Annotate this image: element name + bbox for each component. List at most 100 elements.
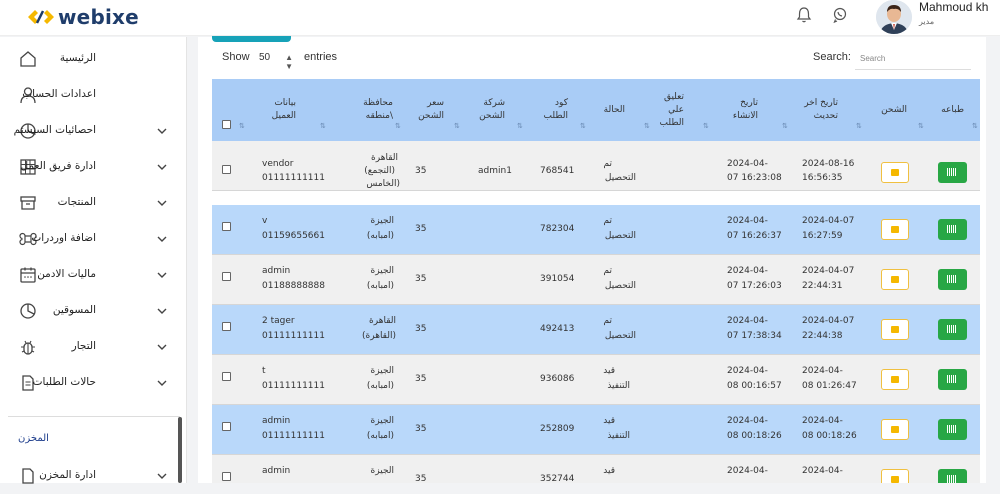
region-line-2: (التجمع) bbox=[364, 166, 395, 176]
column-header-status[interactable]: الحالة bbox=[600, 79, 625, 141]
sort-icon[interactable]: ⇅ bbox=[703, 122, 709, 130]
client-phone: 01111111111 bbox=[262, 381, 325, 391]
brand-logo[interactable]: webixe bbox=[26, 5, 139, 29]
sort-icon[interactable]: ⇅ bbox=[580, 122, 586, 130]
avatar[interactable] bbox=[876, 0, 912, 34]
sort-icon[interactable]: ⇅ bbox=[918, 122, 924, 130]
table-row[interactable]: 2 tager 01111111111 القاهرة (القاهرة) 35… bbox=[212, 305, 980, 355]
table-row[interactable]: admin 01188888888 الجيزة (امبابه) 35 391… bbox=[212, 255, 980, 305]
ship-button[interactable] bbox=[881, 162, 909, 183]
row-checkbox[interactable] bbox=[222, 372, 231, 381]
client-phone: 01111111111 bbox=[262, 431, 325, 441]
ship-button[interactable] bbox=[881, 219, 909, 240]
sidebar-item-label: ادارة فريق العمل bbox=[20, 160, 96, 172]
sort-icon[interactable]: ⇅ bbox=[517, 122, 523, 130]
print-button[interactable] bbox=[938, 469, 967, 483]
shipping-price: 35 bbox=[415, 166, 427, 176]
table-row[interactable]: admin 01111111111 الجيزة (امبابه) 35 252… bbox=[212, 405, 980, 455]
chevron-down-icon bbox=[157, 128, 167, 134]
row-checkbox[interactable] bbox=[222, 322, 231, 331]
row-checkbox[interactable] bbox=[222, 472, 231, 481]
column-header-client[interactable]: بيانات العميل bbox=[262, 79, 296, 141]
updated-time: 22:44:38 bbox=[802, 331, 843, 341]
sidebar-item-add-orders[interactable]: اضافة اوردرات bbox=[0, 221, 180, 257]
ship-button[interactable] bbox=[881, 269, 909, 290]
ship-button[interactable] bbox=[881, 469, 909, 483]
sidebar-item-merchants[interactable]: التجار bbox=[0, 329, 180, 365]
sort-icon[interactable]: ⇅ bbox=[239, 122, 245, 130]
sidebar-item-admin-finances[interactable]: ماليات الادمن bbox=[0, 257, 180, 293]
status-line-1: تم bbox=[603, 159, 613, 169]
action-button[interactable] bbox=[212, 36, 291, 42]
sidebar-item-home[interactable]: الرئيسية bbox=[0, 41, 180, 77]
sort-icon[interactable]: ⇅ bbox=[644, 122, 650, 130]
row-checkbox[interactable] bbox=[222, 222, 231, 231]
pie-chart-icon bbox=[20, 303, 36, 319]
client-phone: 01188888888 bbox=[262, 281, 325, 291]
page-size-select[interactable]: 50 ▲ ▼ bbox=[250, 47, 300, 71]
table-row[interactable]: vendor 01111111111 القاهرة (التجمع) (الخ… bbox=[212, 141, 980, 191]
order-code: 352744 bbox=[540, 474, 575, 483]
ship-button[interactable] bbox=[881, 419, 909, 440]
user-name[interactable]: Mahmoud kh bbox=[919, 0, 988, 14]
client-name: admin bbox=[262, 266, 291, 276]
column-header-print[interactable]: طباعه bbox=[936, 79, 964, 141]
print-button[interactable] bbox=[938, 319, 967, 340]
column-header-shipping-price[interactable]: سعر الشحن bbox=[414, 79, 444, 141]
sidebar-item-order-statuses[interactable]: حالات الطلبات bbox=[0, 365, 180, 401]
column-header-created[interactable]: تاريخ الانشاء bbox=[726, 79, 758, 141]
chevron-down-icon bbox=[157, 308, 167, 314]
print-button[interactable] bbox=[938, 162, 967, 183]
search-input[interactable] bbox=[855, 47, 971, 70]
updated-date: 2024-04- bbox=[802, 466, 843, 476]
print-button[interactable] bbox=[938, 219, 967, 240]
sidebar-item-label: المسوقين bbox=[52, 304, 96, 316]
column-header-updated[interactable]: تاريخ اخر تحديث bbox=[802, 79, 838, 141]
sidebar-item-marketers[interactable]: المسوقين bbox=[0, 293, 180, 329]
row-checkbox[interactable] bbox=[222, 165, 231, 174]
updated-time: 16:56:35 bbox=[802, 173, 843, 183]
region-line-2: (امبابه) bbox=[366, 231, 394, 241]
column-header-region[interactable]: محافظة \منطقه bbox=[343, 79, 393, 141]
region-line-1: الجيزة bbox=[370, 266, 394, 276]
sidebar-item-system-stats[interactable]: احصائيات السيستم bbox=[0, 113, 180, 149]
sort-icon[interactable]: ⇅ bbox=[856, 122, 862, 130]
chevron-down-icon bbox=[157, 344, 167, 350]
print-button[interactable] bbox=[938, 419, 967, 440]
updated-date: 2024-08-16 bbox=[802, 159, 855, 169]
table-row[interactable]: v 01159655661 الجيزة (امبابه) 35 782304 … bbox=[212, 205, 980, 255]
ship-button[interactable] bbox=[881, 319, 909, 340]
sort-icon[interactable]: ⇅ bbox=[320, 122, 326, 130]
table-row[interactable]: t 01111111111 الجيزة (امبابه) 35 936086 … bbox=[212, 355, 980, 405]
row-checkbox[interactable] bbox=[222, 422, 231, 431]
bell-icon[interactable] bbox=[796, 6, 812, 24]
sidebar-item-label: ماليات الادمن bbox=[37, 268, 96, 280]
column-header-shipping-company[interactable]: شركة الشحن bbox=[477, 79, 505, 141]
sidebar-item-warehouse-management[interactable]: ادارة المخزن bbox=[0, 458, 180, 494]
sidebar-divider bbox=[8, 416, 180, 417]
column-header-order-code[interactable]: كود الطلب bbox=[540, 79, 568, 141]
box-icon bbox=[20, 196, 36, 210]
sort-icon[interactable]: ⇅ bbox=[454, 122, 460, 130]
sort-icon[interactable]: ⇅ bbox=[972, 122, 978, 130]
sidebar-item-products[interactable]: المنتجات bbox=[0, 185, 180, 221]
sidebar-scrollbar[interactable] bbox=[178, 417, 182, 483]
ship-button[interactable] bbox=[881, 369, 909, 390]
sidebar-item-account-settings[interactable]: اعدادات الحساب bbox=[0, 77, 180, 113]
print-button[interactable] bbox=[938, 369, 967, 390]
shipping-company: admin1 bbox=[478, 166, 512, 176]
print-button[interactable] bbox=[938, 269, 967, 290]
created-date: 2024-04- bbox=[727, 316, 768, 326]
sidebar-item-team-management[interactable]: ادارة فريق العمل bbox=[0, 149, 180, 185]
column-header-shipping[interactable]: الشحن bbox=[879, 79, 907, 141]
whatsapp-icon[interactable] bbox=[832, 6, 848, 24]
row-checkbox[interactable] bbox=[222, 272, 231, 281]
created-time: 08 00:18:26 bbox=[727, 431, 782, 441]
sort-icon[interactable]: ⇅ bbox=[395, 122, 401, 130]
table-row[interactable]: admin الجيزة 35 352744 قيد 2024-04- 2024… bbox=[212, 455, 980, 483]
order-code: 782304 bbox=[540, 224, 575, 234]
column-header-comment[interactable]: تعليق علي الطلب bbox=[656, 79, 684, 141]
sort-icon[interactable]: ⇅ bbox=[782, 122, 788, 130]
status-line-2: التنفيذ bbox=[607, 431, 630, 441]
select-all-checkbox[interactable] bbox=[222, 120, 231, 129]
